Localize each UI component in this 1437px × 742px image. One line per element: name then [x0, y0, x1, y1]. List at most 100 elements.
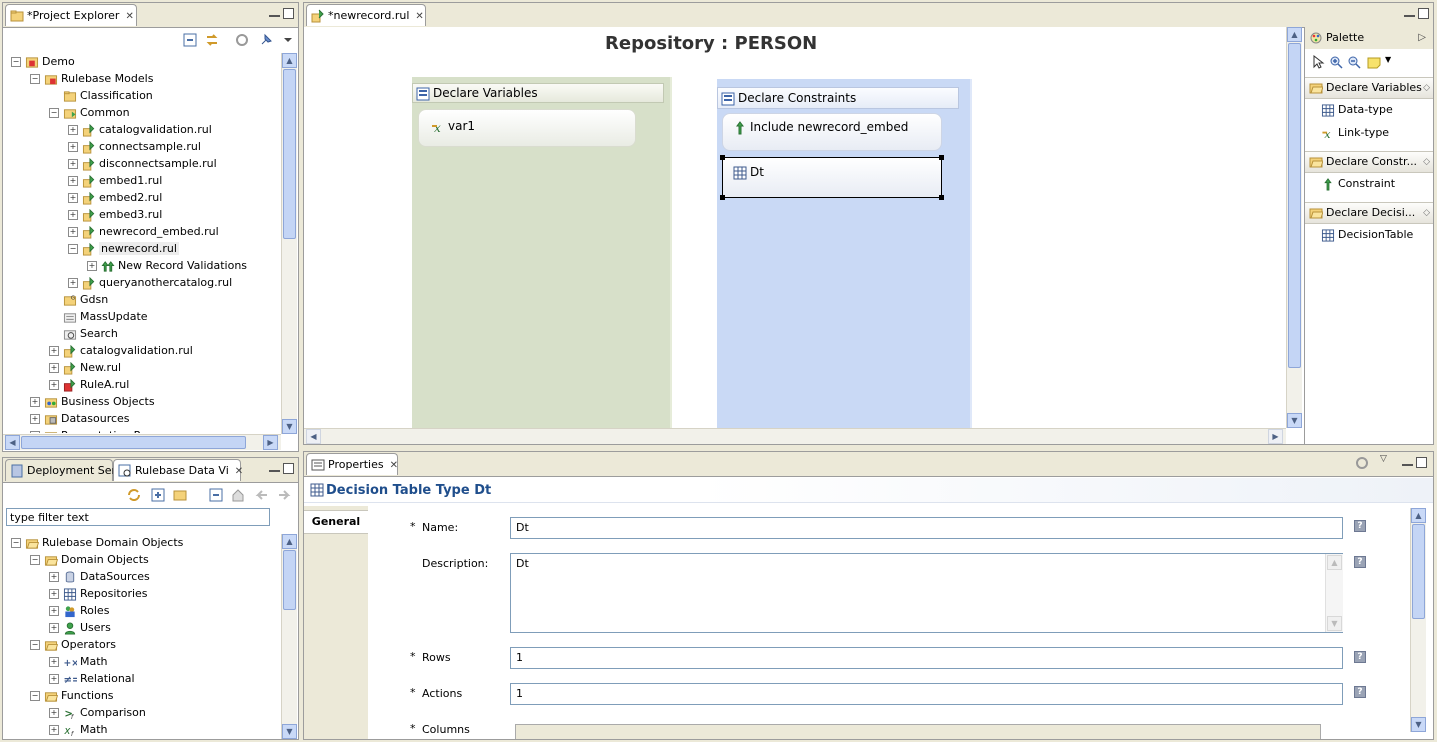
collapse-toggle-icon[interactable]: − — [30, 555, 40, 565]
tree-item[interactable]: + x f Math — [49, 721, 108, 738]
note-icon[interactable] — [1367, 55, 1381, 69]
tree-item[interactable]: + Datasources — [30, 410, 130, 427]
collapse-toggle-icon[interactable]: − — [30, 74, 40, 84]
palette-item[interactable]: DecisionTable — [1321, 226, 1413, 244]
forward-arrow-icon[interactable] — [277, 488, 291, 502]
pin-properties-icon[interactable] — [1355, 456, 1369, 470]
expand-toggle-icon[interactable]: + — [49, 363, 59, 373]
pin-drawer-icon[interactable]: ◇ — [1423, 78, 1430, 98]
expand-toggle-icon[interactable]: + — [49, 589, 59, 599]
decision-table-item[interactable]: Dt — [720, 155, 944, 200]
name-field[interactable]: Dt — [510, 517, 1343, 539]
actions-field[interactable]: 1 — [510, 683, 1343, 705]
palette-item[interactable]: Constraint — [1321, 175, 1395, 193]
project-tree-vscroll[interactable]: ▲ ▼ — [281, 53, 297, 434]
sync-icon[interactable] — [235, 33, 249, 47]
select-arrow-icon[interactable] — [1311, 55, 1325, 69]
maximize-button[interactable] — [1416, 457, 1427, 468]
domain-tree-vscroll[interactable]: ▲ ▼ — [281, 534, 297, 739]
tab-project-explorer[interactable]: *Project Explorer ✕ — [5, 4, 137, 26]
tree-item[interactable]: − Demo — [11, 53, 75, 70]
collapse-toggle-icon[interactable]: − — [68, 244, 78, 254]
scroll-right-button[interactable]: ▶ — [1268, 429, 1283, 444]
tree-item[interactable]: Classification — [49, 87, 153, 104]
back-arrow-icon[interactable] — [255, 488, 269, 502]
tab-deployment-server[interactable]: Deployment Serv — [5, 459, 123, 481]
maximize-button[interactable] — [283, 463, 294, 474]
help-icon[interactable]: ? — [1354, 556, 1366, 568]
properties-vscroll[interactable]: ▲ ▼ — [1410, 508, 1426, 732]
selection-handle[interactable] — [939, 155, 944, 160]
hscroll-thumb[interactable] — [21, 436, 246, 449]
tree-item[interactable]: + catalogvalidation.rul — [68, 121, 212, 138]
expand-toggle-icon[interactable]: + — [49, 380, 59, 390]
scroll-down-button[interactable]: ▼ — [1411, 717, 1426, 732]
scroll-left-button[interactable]: ◀ — [306, 429, 321, 444]
view-menu-icon[interactable]: ▽ — [1380, 454, 1387, 464]
tree-item[interactable]: + Business Objects — [30, 393, 155, 410]
tree-item[interactable]: + newrecord_embed.rul — [68, 223, 219, 240]
close-icon[interactable]: ✕ — [235, 466, 243, 477]
collapse-toggle-icon[interactable]: − — [11, 538, 21, 548]
expand-toggle-icon[interactable]: + — [49, 708, 59, 718]
tree-item[interactable]: + Repositories — [49, 585, 148, 602]
pin-icon[interactable] — [259, 33, 273, 47]
collapse-toggle-icon[interactable]: − — [30, 640, 40, 650]
filter-input[interactable]: type filter text — [6, 508, 270, 526]
zoom-in-icon[interactable] — [1329, 55, 1343, 69]
declare-variables-column[interactable]: Declare Variables x var1 — [412, 77, 672, 428]
palette-header[interactable]: Palette ▷ — [1305, 27, 1433, 49]
selection-handle[interactable] — [720, 155, 725, 160]
tab-rulebase-data-view[interactable]: Rulebase Data Vi ✕ — [113, 459, 243, 481]
tree-item[interactable]: + embed3.rul — [68, 206, 162, 223]
zoom-out-icon[interactable] — [1347, 55, 1361, 69]
expand-toggle-icon[interactable]: + — [68, 278, 78, 288]
collapse-palette-icon[interactable]: ▷ — [1418, 27, 1426, 49]
close-icon[interactable]: ✕ — [125, 11, 133, 22]
project-tree-hscroll[interactable]: ◀ ▶ — [3, 434, 281, 450]
open-folder-icon[interactable] — [173, 488, 187, 502]
scroll-down-button[interactable]: ▼ — [1287, 413, 1302, 428]
expand-toggle-icon[interactable]: + — [49, 674, 59, 684]
declare-constraints-column[interactable]: Declare Constraints Include newrecord_em… — [717, 79, 972, 428]
expand-toggle-icon[interactable]: + — [87, 261, 97, 271]
selection-handle[interactable] — [720, 195, 725, 200]
minimize-button[interactable] — [1402, 457, 1413, 466]
expand-toggle-icon[interactable]: + — [49, 725, 59, 735]
tree-item[interactable]: + connectsample.rul — [68, 138, 201, 155]
tab-newrecord-rul[interactable]: *newrecord.rul ✕ — [306, 4, 426, 26]
expand-toggle-icon[interactable]: + — [68, 125, 78, 135]
tree-item[interactable]: − Functions — [30, 687, 114, 704]
collapse-toggle-icon[interactable]: − — [30, 691, 40, 701]
tree-item[interactable]: − Rulebase Models — [30, 70, 153, 87]
close-icon[interactable]: ✕ — [390, 460, 398, 471]
palette-group-header[interactable]: Declare Variables ◇ — [1305, 77, 1433, 99]
expand-toggle-icon[interactable]: + — [49, 572, 59, 582]
variable-item[interactable]: x var1 — [418, 109, 636, 147]
tree-item[interactable]: + Roles — [49, 602, 109, 619]
palette-item[interactable]: Data-type — [1321, 101, 1393, 119]
tree-item[interactable]: − Rulebase Domain Objects — [11, 534, 183, 551]
refresh-icon[interactable] — [127, 488, 141, 502]
tree-item[interactable]: G Gdsn — [49, 291, 108, 308]
rows-field[interactable]: 1 — [510, 647, 1343, 669]
help-icon[interactable]: ? — [1354, 686, 1366, 698]
scroll-thumb[interactable] — [1412, 524, 1425, 619]
scroll-thumb[interactable] — [1288, 43, 1301, 368]
scroll-up-button[interactable]: ▲ — [282, 534, 297, 549]
note-dropdown-icon[interactable]: ▼ — [1385, 55, 1391, 64]
help-icon[interactable]: ? — [1354, 651, 1366, 663]
tree-item[interactable]: + New Record Validations — [87, 257, 247, 274]
tree-item[interactable]: − Common — [49, 104, 130, 121]
maximize-button[interactable] — [283, 8, 294, 19]
description-vscroll[interactable]: ▲ ▼ — [1325, 554, 1343, 632]
expand-toggle-icon[interactable]: + — [49, 606, 59, 616]
collapse-all-icon[interactable] — [183, 33, 197, 47]
tree-item[interactable]: MassUpdate — [49, 308, 148, 325]
tree-item[interactable]: + RuleA.rul — [49, 376, 129, 393]
scroll-down-button[interactable]: ▼ — [282, 419, 297, 434]
scroll-down-button[interactable]: ▼ — [1327, 616, 1342, 631]
tree-item[interactable]: + Presentation Resources — [30, 427, 190, 433]
tree-item[interactable]: + Users — [49, 619, 111, 636]
expand-icon[interactable] — [151, 488, 165, 502]
